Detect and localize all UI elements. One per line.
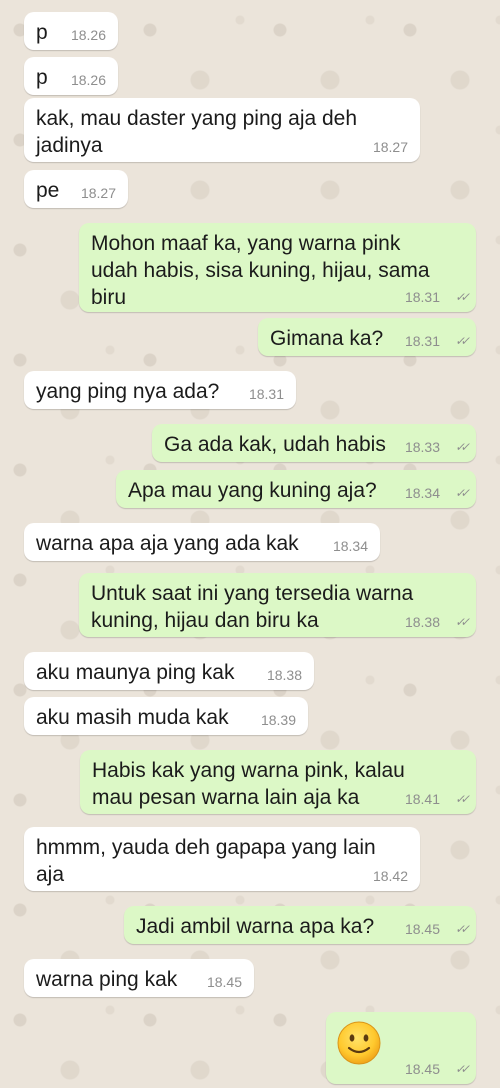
message-text: kak, mau daster yang ping aja deh jadiny… [36, 107, 358, 157]
message-outgoing[interactable]: Jadi ambil warna apa ka? 18.45 ✓✓ [124, 906, 476, 944]
message-text: warna ping kak [36, 968, 178, 991]
message-incoming[interactable]: warna ping kak 18.45 [24, 959, 254, 997]
read-ticks-icon: ✓✓ [454, 334, 468, 348]
message-time: 18.31 [404, 289, 440, 305]
message-time: 18.31 [404, 333, 440, 349]
message-time: 18.41 [404, 791, 440, 807]
message-time: 18.42 [372, 868, 408, 884]
message-incoming[interactable]: yang ping nya ada? 18.31 [24, 371, 296, 409]
message-text: aku masih muda kak [36, 706, 229, 729]
message-text: pe [36, 179, 60, 202]
message-time: 18.34 [404, 485, 440, 501]
message-incoming[interactable]: p 18.26 [24, 57, 118, 95]
message-time: 18.38 [404, 614, 440, 630]
read-ticks-icon: ✓✓ [454, 792, 468, 806]
message-incoming[interactable]: warna apa aja yang ada kak 18.34 [24, 523, 380, 561]
chat-thread[interactable]: p 18.26 p 18.26 kak, mau daster yang pin… [0, 0, 500, 1088]
message-text: Ga ada kak, udah habis [164, 433, 386, 456]
message-time: 18.27 [80, 185, 116, 201]
message-outgoing[interactable]: Habis kak yang warna pink, kalau mau pes… [80, 750, 476, 814]
message-text: Gimana ka? [270, 327, 384, 350]
read-ticks-icon: ✓✓ [454, 922, 468, 936]
read-ticks-icon: ✓✓ [454, 486, 468, 500]
message-outgoing[interactable]: Gimana ka? 18.31 ✓✓ [258, 318, 476, 356]
message-text: Apa mau yang kuning aja? [128, 479, 377, 502]
message-incoming[interactable]: pe 18.27 [24, 170, 128, 208]
message-incoming[interactable]: aku maunya ping kak 18.38 [24, 652, 314, 690]
message-time: 18.34 [332, 538, 368, 554]
message-time: 18.45 [404, 921, 440, 937]
message-outgoing[interactable]: Apa mau yang kuning aja? 18.34 ✓✓ [116, 470, 476, 508]
message-incoming[interactable]: aku masih muda kak 18.39 [24, 697, 308, 735]
read-ticks-icon: ✓✓ [454, 440, 468, 454]
message-outgoing[interactable]: 18.45 ✓✓ [326, 1012, 476, 1084]
message-text: p [36, 66, 48, 89]
message-time: 18.45 [404, 1061, 440, 1077]
message-outgoing[interactable]: Mohon maaf ka, yang warna pink udah habi… [79, 223, 476, 312]
message-time: 18.38 [266, 667, 302, 683]
message-incoming[interactable]: kak, mau daster yang ping aja deh jadiny… [24, 98, 420, 162]
read-ticks-icon: ✓✓ [454, 290, 468, 304]
message-time: 18.33 [404, 439, 440, 455]
read-ticks-icon: ✓✓ [454, 1062, 468, 1076]
message-outgoing[interactable]: Untuk saat ini yang tersedia warna kunin… [79, 573, 476, 637]
message-text: aku maunya ping kak [36, 661, 235, 684]
slightly-smiling-face-icon [337, 1021, 381, 1065]
message-time: 18.26 [70, 72, 106, 88]
message-text: Jadi ambil warna apa ka? [136, 915, 375, 938]
message-text: yang ping nya ada? [36, 380, 220, 403]
message-time: 18.26 [70, 27, 106, 43]
message-outgoing[interactable]: Ga ada kak, udah habis 18.33 ✓✓ [152, 424, 476, 462]
message-time: 18.45 [206, 974, 242, 990]
message-time: 18.31 [248, 386, 284, 402]
message-text: warna apa aja yang ada kak [36, 532, 299, 555]
message-time: 18.39 [260, 712, 296, 728]
read-ticks-icon: ✓✓ [454, 615, 468, 629]
message-text: hmmm, yauda deh gapapa yang lain aja [36, 836, 376, 886]
message-incoming[interactable]: p 18.26 [24, 12, 118, 50]
message-incoming[interactable]: hmmm, yauda deh gapapa yang lain aja 18.… [24, 827, 420, 891]
message-text: p [36, 21, 48, 44]
message-time: 18.27 [372, 139, 408, 155]
